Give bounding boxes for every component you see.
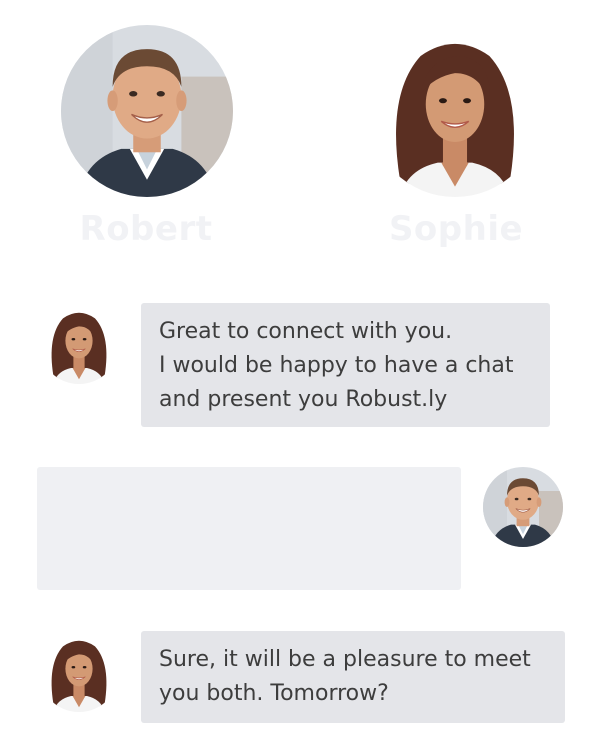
message-2-avatar bbox=[483, 467, 563, 547]
message-line: Sure, it will be a pleasure to meet bbox=[159, 647, 531, 672]
participant-robert: Robert bbox=[15, 0, 275, 270]
message-line: Great to connect with you. bbox=[159, 319, 453, 344]
sophie-avatar bbox=[369, 25, 541, 197]
message-line: you both. Tomorrow? bbox=[159, 681, 389, 706]
message-1-bubble: Great to connect with you. I would be ha… bbox=[141, 303, 550, 427]
participant-sophie: Sophie bbox=[325, 0, 585, 270]
man-portrait-icon bbox=[483, 467, 563, 547]
message-2-bubble bbox=[37, 467, 461, 590]
man-portrait-icon bbox=[61, 25, 233, 197]
woman-portrait-icon bbox=[39, 632, 119, 712]
sophie-name-label: Sophie bbox=[388, 209, 524, 249]
message-3-bubble: Sure, it will be a pleasure to meet you … bbox=[141, 631, 565, 723]
robert-name-label: Robert bbox=[79, 209, 213, 249]
woman-portrait-icon bbox=[39, 304, 119, 384]
message-3-avatar bbox=[39, 632, 119, 712]
message-line: I would be happy to have a chat bbox=[159, 353, 514, 378]
robert-avatar bbox=[61, 25, 233, 197]
message-1-avatar bbox=[39, 304, 119, 384]
message-line: and present you Robust.ly bbox=[159, 387, 448, 412]
woman-portrait-icon bbox=[369, 25, 541, 197]
